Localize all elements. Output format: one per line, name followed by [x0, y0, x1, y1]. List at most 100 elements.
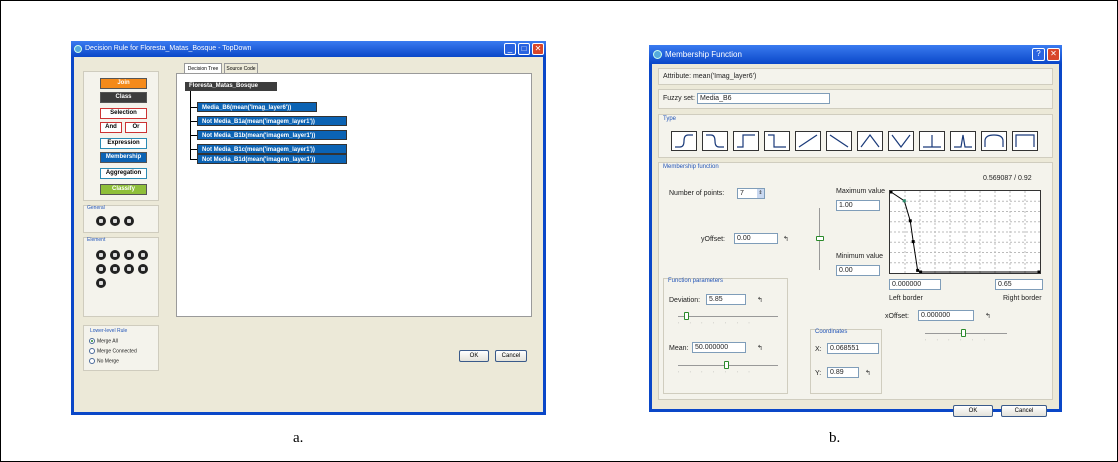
- window-title-bar[interactable]: Decision Rule for Floresta_Matas_Bosque …: [71, 41, 546, 57]
- curve-point[interactable]: [919, 270, 923, 274]
- deviation-slider-track[interactable]: [678, 316, 778, 317]
- radio-no-merge[interactable]: No Merge: [89, 358, 119, 364]
- cancel-button[interactable]: Cancel: [495, 350, 527, 362]
- paste-icon[interactable]: [124, 264, 134, 274]
- ok-button[interactable]: OK: [953, 405, 993, 417]
- radio-button[interactable]: [89, 348, 95, 354]
- decision-tree-canvas[interactable]: Floresta_Matas_Bosque Media_B6(mean('Ima…: [176, 73, 532, 317]
- ok-button[interactable]: OK: [459, 350, 489, 362]
- membership-curve-svg: [890, 191, 1040, 273]
- type-option-button[interactable]: [919, 131, 945, 151]
- window-title-bar[interactable]: Membership Function ? ✕: [649, 45, 1062, 64]
- type-option-button[interactable]: [702, 131, 728, 151]
- deviation-slider-thumb[interactable]: [684, 312, 689, 320]
- curve-point[interactable]: [890, 191, 893, 194]
- tree-node[interactable]: Not Media_B1c(mean('imagem_layer1')): [197, 144, 347, 154]
- reset-arrow-icon[interactable]: ↰: [865, 369, 871, 377]
- membership-button[interactable]: Membership: [100, 152, 147, 163]
- tree-root-node[interactable]: Floresta_Matas_Bosque: [185, 82, 277, 91]
- aggregation-button[interactable]: Aggregation: [100, 168, 147, 179]
- maximize-button[interactable]: □: [518, 43, 530, 55]
- class-button[interactable]: Class: [100, 92, 147, 103]
- curve-point[interactable]: [916, 268, 920, 272]
- reset-arrow-icon[interactable]: ↰: [757, 344, 763, 352]
- arrow-up-icon[interactable]: [124, 250, 134, 260]
- minimize-button[interactable]: _: [504, 43, 516, 55]
- membership-shape-icon: [860, 134, 880, 148]
- curve-point[interactable]: [908, 219, 912, 223]
- tree-node[interactable]: Not Media_B1a(mean('imagem_layer1')): [197, 116, 347, 126]
- close-button[interactable]: ✕: [1047, 48, 1060, 61]
- arrow-right-icon[interactable]: [110, 250, 120, 260]
- tab-decision-tree[interactable]: Decision Tree: [184, 63, 222, 73]
- xoffset-slider-track[interactable]: [925, 333, 1007, 334]
- help-button[interactable]: ?: [1032, 48, 1045, 61]
- type-option-button[interactable]: [826, 131, 852, 151]
- selection-button[interactable]: Selection: [100, 108, 147, 119]
- type-buttons-row: [671, 131, 1051, 151]
- radio-button[interactable]: [89, 358, 95, 364]
- type-option-button[interactable]: [1012, 131, 1038, 151]
- type-option-button[interactable]: [981, 131, 1007, 151]
- join-button[interactable]: Join: [100, 78, 147, 89]
- edit-icon[interactable]: [96, 278, 106, 288]
- general-group: General: [83, 205, 159, 233]
- copy-icon[interactable]: [110, 264, 120, 274]
- curve-point[interactable]: [911, 240, 915, 244]
- membership-shape-icon: [891, 134, 911, 148]
- right-border-input[interactable]: 0.65: [995, 279, 1043, 290]
- save-icon[interactable]: [110, 216, 120, 226]
- max-value-input[interactable]: 1.00: [836, 200, 880, 211]
- delete-icon[interactable]: [138, 264, 148, 274]
- membership-curve-plot[interactable]: [889, 190, 1041, 274]
- info-icon[interactable]: [124, 216, 134, 226]
- mean-input[interactable]: 50.000000: [692, 342, 746, 353]
- arrow-left-icon[interactable]: [96, 250, 106, 260]
- yoffset-input[interactable]: 0.00: [734, 233, 778, 244]
- radio-merge-connected[interactable]: Merge Connected: [89, 348, 137, 354]
- type-option-button[interactable]: [857, 131, 883, 151]
- xoffset-slider-thumb[interactable]: [961, 329, 966, 337]
- expression-button[interactable]: Expression: [100, 138, 147, 149]
- and-button[interactable]: And: [100, 122, 122, 133]
- close-button[interactable]: ✕: [532, 43, 544, 55]
- tree-node[interactable]: Not Media_B1b(mean('imagem_layer1')): [197, 130, 347, 140]
- or-button[interactable]: Or: [125, 122, 147, 133]
- curve-point[interactable]: [1037, 270, 1041, 274]
- tree-node[interactable]: Media_B6(mean('Imag_layer6')): [197, 102, 317, 112]
- curve-point[interactable]: [902, 199, 906, 203]
- min-value-input[interactable]: 0.00: [836, 265, 880, 276]
- type-option-button[interactable]: [764, 131, 790, 151]
- x-coordinate-input[interactable]: 0.068551: [827, 343, 879, 354]
- cut-icon[interactable]: [96, 264, 106, 274]
- reset-arrow-icon[interactable]: ↰: [783, 235, 789, 243]
- yoffset-slider-thumb[interactable]: [816, 236, 824, 241]
- left-border-input[interactable]: 0.000000: [889, 279, 941, 290]
- cancel-button[interactable]: Cancel: [1001, 405, 1047, 417]
- type-option-button[interactable]: [733, 131, 759, 151]
- fuzzy-set-input[interactable]: Media_B6: [697, 93, 830, 104]
- xoffset-slider-ticks: '''''': [925, 338, 996, 343]
- type-label: Type: [663, 116, 677, 122]
- left-border-label: Left border: [889, 295, 923, 302]
- radio-merge-all[interactable]: Merge All: [89, 338, 118, 344]
- type-option-button[interactable]: [888, 131, 914, 151]
- reset-arrow-icon[interactable]: ↰: [757, 296, 763, 304]
- xoffset-input[interactable]: 0.000000: [918, 310, 974, 321]
- new-icon[interactable]: [96, 216, 106, 226]
- tab-source-code[interactable]: Source Code: [224, 63, 258, 73]
- deviation-input[interactable]: 5.85: [706, 294, 746, 305]
- mean-slider-thumb[interactable]: [724, 361, 729, 369]
- type-option-button[interactable]: [671, 131, 697, 151]
- spinner-arrows-icon[interactable]: ⇕: [757, 189, 764, 198]
- tree-node[interactable]: Not Media_B1d(mean('imagem_layer1')): [197, 154, 347, 164]
- type-option-button[interactable]: [795, 131, 821, 151]
- classify-button[interactable]: Classify: [100, 184, 147, 195]
- element-group: Element: [83, 237, 159, 317]
- app-icon: [74, 45, 82, 53]
- arrow-down-icon[interactable]: [138, 250, 148, 260]
- y-coordinate-input[interactable]: 0.89: [827, 367, 859, 378]
- radio-button[interactable]: [89, 338, 95, 344]
- type-option-button[interactable]: [950, 131, 976, 151]
- reset-arrow-icon[interactable]: ↰: [985, 312, 991, 320]
